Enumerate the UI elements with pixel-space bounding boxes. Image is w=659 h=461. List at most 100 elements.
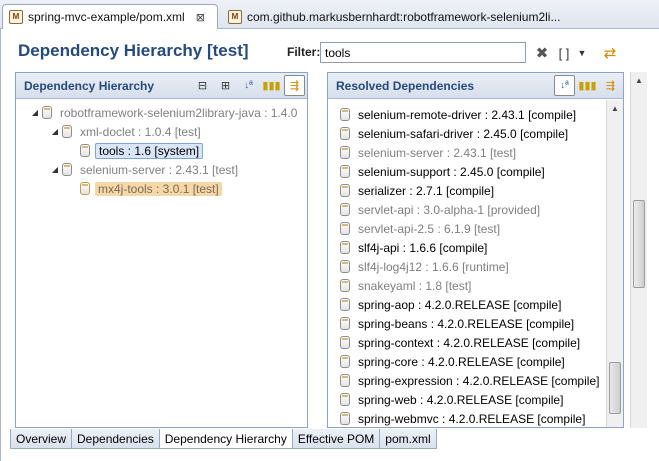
list-item[interactable]: spring-context : 4.2.0.RELEASE [compile] xyxy=(328,333,623,352)
list-item-label: spring-expression : 4.2.0.RELEASE [compi… xyxy=(358,373,600,388)
jar-icon xyxy=(62,163,72,176)
show-group-id-icon[interactable]: ▮▮▮ xyxy=(577,75,598,96)
scroll-up-icon[interactable]: ▲ xyxy=(607,100,623,117)
tab-dependency-hierarchy[interactable]: Dependency Hierarchy xyxy=(158,429,293,449)
jar-icon xyxy=(340,298,350,311)
list-item-label: slf4j-log4j12 : 1.6.6 [runtime] xyxy=(358,259,509,274)
list-item[interactable]: spring-core : 4.2.0.RELEASE [compile] xyxy=(328,352,623,371)
list-item[interactable]: spring-beans : 4.2.0.RELEASE [compile] xyxy=(328,314,623,333)
tree-item[interactable]: tools : 1.6 [system] xyxy=(16,141,307,160)
jar-icon xyxy=(80,182,90,195)
tab-overview[interactable]: Overview xyxy=(10,429,73,449)
editor-scrollbar[interactable]: ▲ xyxy=(630,72,647,428)
list-item[interactable]: slf4j-api : 1.6.6 [compile] xyxy=(328,238,623,257)
pane-title: Resolved Dependencies xyxy=(336,79,475,93)
list-item[interactable]: snakeyaml : 1.8 [test] xyxy=(328,276,623,295)
list-item[interactable]: selenium-server : 2.43.1 [test] xyxy=(328,143,623,162)
resolved-list-scrollbar[interactable]: ▲ xyxy=(606,100,623,427)
jar-icon xyxy=(62,125,72,138)
editor-page-tabs: Overview Dependencies Dependency Hierarc… xyxy=(10,429,437,449)
filter-results-icon[interactable]: ⇶ xyxy=(284,75,305,96)
editor-tab-label: spring-mvc-example/pom.xml xyxy=(28,10,185,24)
tab-dependencies[interactable]: Dependencies xyxy=(71,429,160,449)
list-item[interactable]: slf4j-log4j12 : 1.6.6 [runtime] xyxy=(328,257,623,276)
dependency-hierarchy-pane: Dependency Hierarchy ⊟ ⊞ ↓ª ▮▮▮ ⇶ ◢ robo… xyxy=(15,72,308,428)
tree-item[interactable]: ◢ selenium-server : 2.43.1 [test] xyxy=(16,160,307,179)
list-item-label: selenium-remote-driver : 2.43.1 [compile… xyxy=(358,107,577,122)
chevron-down-icon[interactable]: ▼ xyxy=(576,43,588,63)
jar-icon xyxy=(340,222,350,235)
jar-icon xyxy=(340,355,350,368)
hierarchy-tree: ◢ robotframework-selenium2library-java :… xyxy=(16,103,307,198)
jar-icon xyxy=(340,317,350,330)
list-item[interactable]: serializer : 2.7.1 [compile] xyxy=(328,181,623,200)
jar-icon xyxy=(340,241,350,254)
list-item-label: servlet-api : 3.0-alpha-1 [provided] xyxy=(358,202,541,217)
list-item-label: spring-webmvc : 4.2.0.RELEASE [compile] xyxy=(358,411,586,426)
tab-effective-pom[interactable]: Effective POM xyxy=(291,429,381,449)
pane-header: Resolved Dependencies ↓ª ▮▮▮ ⇶ xyxy=(328,73,623,99)
tree-item[interactable]: ◢ xml-doclet : 1.0.4 [test] xyxy=(16,122,307,141)
list-item-label: selenium-safari-driver : 2.45.0 [compile… xyxy=(358,126,569,141)
list-item-label: selenium-support : 2.45.0 [compile] xyxy=(358,164,545,179)
tab-pom-xml[interactable]: pom.xml xyxy=(379,429,437,449)
filter-results-icon[interactable]: ⇶ xyxy=(600,75,621,96)
close-icon[interactable]: ⊠ xyxy=(196,11,205,24)
editor-tab-pom[interactable]: M spring-mvc-example/pom.xml ⊠ xyxy=(2,4,218,29)
tree-item-label: tools : 1.6 [system] xyxy=(95,142,204,159)
jar-icon xyxy=(340,336,350,349)
list-item[interactable]: servlet-api-2.5 : 6.1.9 [test] xyxy=(328,219,623,238)
expand-all-icon[interactable]: ⊞ xyxy=(215,75,236,96)
pane-header: Dependency Hierarchy ⊟ ⊞ ↓ª ▮▮▮ ⇶ xyxy=(16,73,307,99)
jar-icon xyxy=(340,393,350,406)
list-item[interactable]: spring-expression : 4.2.0.RELEASE [compi… xyxy=(328,371,623,390)
scrollbar-thumb[interactable] xyxy=(633,200,645,288)
scroll-up-icon[interactable]: ▲ xyxy=(631,72,647,89)
refresh-icon[interactable]: ⇄ xyxy=(600,43,620,63)
jar-icon xyxy=(340,279,350,292)
show-group-id-icon[interactable]: ▮▮▮ xyxy=(261,75,282,96)
scrollbar-thumb[interactable] xyxy=(609,362,621,414)
collapse-brackets-icon[interactable]: [ ] xyxy=(556,43,572,63)
list-item-label: serializer : 2.7.1 [compile] xyxy=(358,183,495,198)
sort-alpha-icon[interactable]: ↓ª xyxy=(554,75,575,96)
jar-icon xyxy=(340,412,350,425)
tree-item-label: mx4j-tools : 3.0.1 [test] xyxy=(95,181,222,196)
list-item-label: spring-context : 4.2.0.RELEASE [compile] xyxy=(358,335,581,350)
editor-tab-bar: M spring-mvc-example/pom.xml ⊠ M com.git… xyxy=(0,0,659,29)
jar-icon xyxy=(340,203,350,216)
page-title: Dependency Hierarchy [test] xyxy=(18,41,249,60)
list-item[interactable]: servlet-api : 3.0-alpha-1 [provided] xyxy=(328,200,623,219)
xml-file-icon: M xyxy=(228,9,242,24)
list-item-label: spring-beans : 4.2.0.RELEASE [compile] xyxy=(358,316,575,331)
xml-file-icon: M xyxy=(9,10,23,24)
pane-title: Dependency Hierarchy xyxy=(24,79,155,93)
list-item-label: spring-aop : 4.2.0.RELEASE [compile] xyxy=(358,297,562,312)
expanded-twisty-icon[interactable]: ◢ xyxy=(50,165,60,174)
jar-icon xyxy=(80,144,90,157)
filter-input[interactable] xyxy=(320,42,526,63)
list-item[interactable]: selenium-remote-driver : 2.43.1 [compile… xyxy=(328,105,623,124)
list-item-label: spring-web : 4.2.0.RELEASE [compile] xyxy=(358,392,564,407)
editor-tab-robotframework[interactable]: M com.github.markusbernhardt:robotframew… xyxy=(222,4,659,29)
jar-icon xyxy=(340,108,350,121)
list-item[interactable]: selenium-support : 2.45.0 [compile] xyxy=(328,162,623,181)
expanded-twisty-icon[interactable]: ◢ xyxy=(50,127,60,136)
jar-icon xyxy=(340,127,350,140)
list-item[interactable]: spring-webmvc : 4.2.0.RELEASE [compile] xyxy=(328,409,623,427)
tree-item-label: robotframework-selenium2library-java : 1… xyxy=(60,105,298,120)
list-item[interactable]: spring-aop : 4.2.0.RELEASE [compile] xyxy=(328,295,623,314)
tree-item-label: selenium-server : 2.43.1 [test] xyxy=(80,162,239,177)
list-item[interactable]: spring-web : 4.2.0.RELEASE [compile] xyxy=(328,390,623,409)
collapse-all-icon[interactable]: ⊟ xyxy=(192,75,213,96)
list-item-label: slf4j-api : 1.6.6 [compile] xyxy=(358,240,488,255)
expanded-twisty-icon[interactable]: ◢ xyxy=(30,108,40,117)
clear-filter-icon[interactable]: ✖ xyxy=(534,43,550,63)
jar-icon xyxy=(340,184,350,197)
jar-icon xyxy=(340,260,350,273)
tree-item[interactable]: mx4j-tools : 3.0.1 [test] xyxy=(16,179,307,198)
jar-icon xyxy=(340,374,350,387)
tree-item[interactable]: ◢ robotframework-selenium2library-java :… xyxy=(16,103,307,122)
list-item[interactable]: selenium-safari-driver : 2.45.0 [compile… xyxy=(328,124,623,143)
sort-alpha-icon[interactable]: ↓ª xyxy=(238,75,259,96)
